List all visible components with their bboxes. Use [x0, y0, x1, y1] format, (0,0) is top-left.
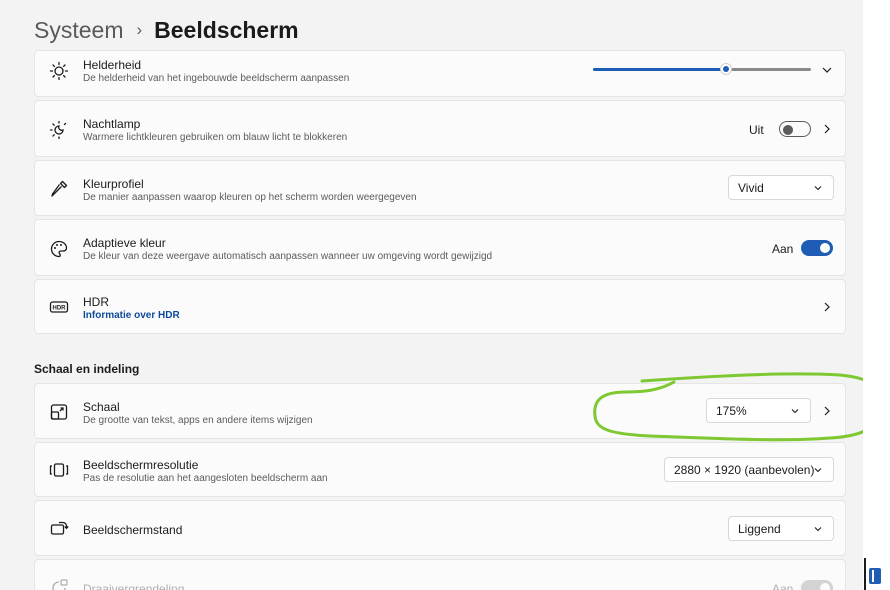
- breadcrumb: Systeem › Beeldscherm: [34, 14, 299, 46]
- rotation-lock-toggle-label: Aan: [772, 582, 794, 590]
- chevron-right-icon[interactable]: [821, 405, 833, 417]
- brightness-title: Helderheid: [83, 58, 142, 72]
- scale-icon: [49, 402, 69, 422]
- scale-dropdown[interactable]: 175%: [706, 398, 811, 423]
- color-profile-title: Kleurprofiel: [83, 177, 144, 191]
- night-light-card[interactable]: Nachtlamp Warmere lichtkleuren gebruiken…: [34, 100, 846, 157]
- chevron-down-icon: [813, 465, 823, 475]
- orientation-card: Beeldschermstand Liggend: [34, 500, 846, 556]
- night-light-toggle[interactable]: [779, 121, 811, 137]
- orientation-dropdown[interactable]: Liggend: [728, 516, 834, 541]
- sun-icon: [49, 61, 69, 81]
- color-profile-value: Vivid: [738, 181, 764, 195]
- window-border: [864, 558, 866, 590]
- color-profile-subtitle: De manier aanpassen waarop kleuren op he…: [83, 192, 417, 203]
- adaptive-color-card: Adaptieve kleur De kleur van deze weerga…: [34, 219, 846, 276]
- orientation-value: Liggend: [738, 522, 781, 536]
- orientation-icon: [49, 519, 69, 539]
- rotation-lock-title: Draaivergrendeling: [83, 582, 185, 590]
- chevron-down-icon: [790, 406, 800, 416]
- chevron-down-icon: [813, 183, 823, 193]
- night-light-title: Nachtlamp: [83, 117, 141, 131]
- svg-text:HDR: HDR: [53, 306, 67, 312]
- orientation-title: Beeldschermstand: [83, 523, 183, 537]
- resolution-icon: [49, 460, 69, 480]
- hdr-info-link[interactable]: Informatie over HDR: [83, 310, 180, 321]
- adaptive-color-title: Adaptieve kleur: [83, 236, 166, 250]
- adaptive-color-toggle-label: Aan: [772, 242, 794, 256]
- chevron-down-icon: [813, 524, 823, 534]
- night-light-toggle-label: Uit: [749, 123, 764, 137]
- color-profile-card: Kleurprofiel De manier aanpassen waarop …: [34, 160, 846, 216]
- resolution-value: 2880 × 1920 (aanbevolen): [674, 463, 815, 477]
- brightness-subtitle: De helderheid van het ingebouwde beeldsc…: [83, 73, 350, 84]
- hdr-card[interactable]: HDR HDR Informatie over HDR: [34, 279, 846, 334]
- chevron-right-icon[interactable]: [821, 123, 833, 135]
- rotation-lock-card: Draaivergrendeling Aan: [34, 559, 846, 590]
- eyedropper-icon: [49, 179, 69, 199]
- rotation-lock-toggle: [801, 580, 833, 590]
- desktop-edge: [863, 0, 890, 590]
- app-edge-icon: [869, 568, 881, 584]
- rotation-lock-icon: [49, 578, 69, 590]
- resolution-card: Beeldschermresolutie Pas de resolutie aa…: [34, 442, 846, 497]
- brightness-slider-fill: [593, 68, 726, 71]
- chevron-right-icon[interactable]: [821, 301, 833, 313]
- resolution-title: Beeldschermresolutie: [83, 458, 199, 472]
- color-profile-dropdown[interactable]: Vivid: [728, 175, 834, 200]
- scale-card: Schaal De grootte van tekst, apps en and…: [34, 383, 846, 439]
- scale-subtitle: De grootte van tekst, apps en andere ite…: [83, 415, 313, 426]
- breadcrumb-separator: ›: [136, 20, 143, 39]
- breadcrumb-parent[interactable]: Systeem: [34, 17, 123, 44]
- resolution-dropdown[interactable]: 2880 × 1920 (aanbevolen): [664, 457, 834, 482]
- adaptive-color-subtitle: De kleur van deze weergave automatisch a…: [83, 251, 493, 262]
- brightness-slider[interactable]: [593, 63, 811, 75]
- section-title: Schaal en indeling: [34, 362, 140, 376]
- hdr-title: HDR: [83, 295, 109, 309]
- adaptive-color-toggle[interactable]: [801, 240, 833, 256]
- hdr-icon: HDR: [49, 297, 69, 317]
- brightness-slider-thumb[interactable]: [719, 63, 732, 75]
- resolution-subtitle: Pas de resolutie aan het aangesloten bee…: [83, 473, 328, 484]
- page-title: Beeldscherm: [154, 16, 299, 43]
- settings-pane: Systeem › Beeldscherm Helderheid De held…: [0, 0, 863, 590]
- palette-icon: [49, 239, 69, 259]
- chevron-down-icon[interactable]: [821, 64, 833, 76]
- scale-title: Schaal: [83, 400, 120, 414]
- night-light-subtitle: Warmere lichtkleuren gebruiken om blauw …: [83, 132, 348, 143]
- night-light-icon: [49, 120, 69, 140]
- scale-value: 175%: [716, 404, 747, 418]
